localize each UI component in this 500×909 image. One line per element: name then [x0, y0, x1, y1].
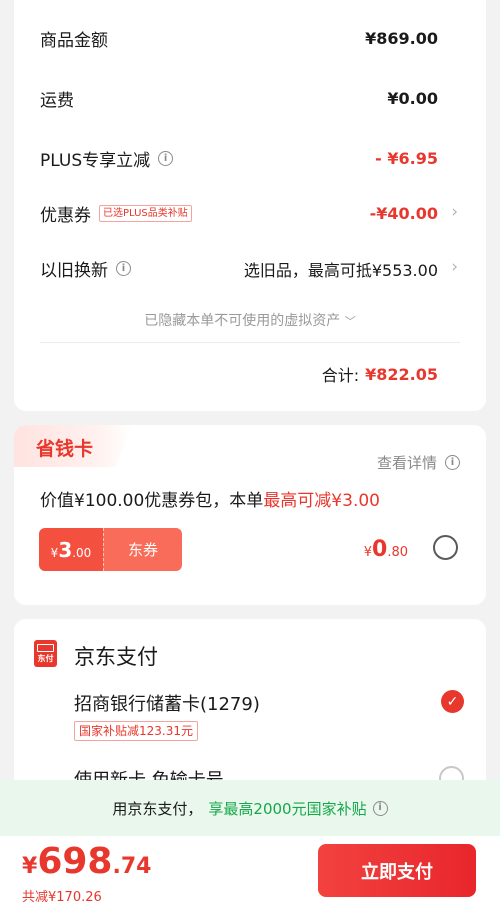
saver-price-decimal: .80: [387, 545, 408, 560]
jd-pay-icon: 东付: [34, 640, 57, 667]
divider: [40, 342, 460, 343]
coupon-label: 优惠券: [40, 206, 91, 226]
total-value: ¥822.05: [365, 364, 438, 384]
subsidy-banner-highlight: 享最高2000元国家补贴: [208, 799, 367, 818]
plus-discount-row: PLUS专享立减 i - ¥6.95: [40, 146, 438, 171]
checkout-bar: ¥ 698 .74 共减¥170.26 立即支付: [0, 836, 500, 909]
goods-amount-row: 商品金额 ¥869.00: [40, 26, 438, 51]
bank-subsidy-tag: 国家补贴减123.31元: [74, 721, 198, 741]
subsidy-banner-prefix: 用京东支付，: [112, 799, 203, 818]
coupon-ticket: ¥ 3 .00 东券: [39, 528, 182, 571]
hidden-assets-note: 已隐藏本单不可使用的虚拟资产: [144, 313, 341, 329]
plus-discount-label: PLUS专享立减: [40, 151, 151, 171]
hidden-assets-toggle[interactable]: 已隐藏本单不可使用的虚拟资产 ﹀: [14, 310, 486, 330]
payment-title: 京东支付: [74, 645, 158, 669]
coupon-currency: ¥: [50, 546, 59, 560]
trade-in-row[interactable]: 以旧换新 i 选旧品，最高可抵¥553.00: [40, 256, 438, 282]
order-summary-card: 商品金额 ¥869.00 运费 ¥0.00 PLUS专享立减 i - ¥6.95…: [14, 0, 486, 411]
final-decimal: .74: [112, 854, 152, 879]
saver-card: 省钱卡 查看详情 i 价值¥100.00优惠券包，本单最高可减¥3.00 ¥ 3…: [14, 425, 486, 605]
info-icon[interactable]: i: [158, 151, 174, 166]
shipping-value: ¥0.00: [387, 89, 438, 108]
coupon-tag: 已选PLUS品类补贴: [99, 205, 192, 222]
saver-description-prefix: 价值¥100.00优惠券包，本单: [40, 491, 264, 511]
coupon-row[interactable]: 优惠券 已选PLUS品类补贴 -¥40.00: [40, 201, 438, 226]
saver-detail-link[interactable]: 查看详情 i: [377, 452, 460, 473]
shipping-label: 运费: [40, 91, 74, 111]
saver-description: 价值¥100.00优惠券包，本单最高可减¥3.00: [40, 486, 380, 511]
coupon-type: 东券: [103, 528, 182, 571]
bank-card-option[interactable]: 招商银行储蓄卡(1279): [74, 690, 260, 716]
chevron-down-icon: ﹀: [344, 315, 356, 328]
saver-price-integer: 0: [372, 537, 388, 562]
trade-in-value: 选旧品，最高可抵¥553.00: [243, 260, 438, 280]
total-row: 合计: ¥822.05: [322, 362, 438, 386]
saver-description-highlight: 最高可减¥3.00: [263, 491, 380, 511]
coupon-integer: 3: [58, 538, 73, 562]
final-integer: 698: [37, 841, 113, 882]
chevron-right-icon[interactable]: ›: [451, 257, 458, 277]
total-saved: 共减¥170.26: [22, 890, 102, 905]
goods-amount-label: 商品金额: [40, 31, 108, 51]
jd-pay-icon-label: 东付: [37, 654, 54, 663]
info-icon[interactable]: i: [372, 800, 388, 816]
coupon-value: -¥40.00: [369, 204, 438, 223]
shipping-row: 运费 ¥0.00: [40, 86, 438, 111]
total-label: 合计:: [321, 366, 360, 385]
saver-select-radio[interactable]: [433, 535, 458, 560]
info-icon[interactable]: i: [116, 261, 131, 276]
chevron-right-icon[interactable]: ›: [451, 202, 458, 222]
trade-in-label: 以旧换新: [40, 261, 108, 281]
subsidy-banner[interactable]: 用京东支付， 享最高2000元国家补贴 i: [0, 780, 500, 836]
coupon-decimal: .00: [72, 546, 92, 560]
final-amount: ¥ 698 .74: [22, 842, 151, 882]
saver-detail-label: 查看详情: [376, 454, 437, 472]
saver-price-currency: ¥: [363, 545, 372, 560]
saver-price: ¥ 0 .80: [364, 537, 408, 562]
final-currency: ¥: [22, 854, 38, 879]
plus-discount-value: - ¥6.95: [375, 149, 438, 168]
pay-now-button[interactable]: 立即支付: [318, 844, 476, 897]
saver-title: 省钱卡: [36, 438, 94, 460]
coupon-amount: ¥ 3 .00: [39, 528, 103, 571]
check-icon[interactable]: ✓: [441, 690, 464, 713]
goods-amount-value: ¥869.00: [365, 29, 438, 48]
info-icon: i: [445, 455, 460, 470]
